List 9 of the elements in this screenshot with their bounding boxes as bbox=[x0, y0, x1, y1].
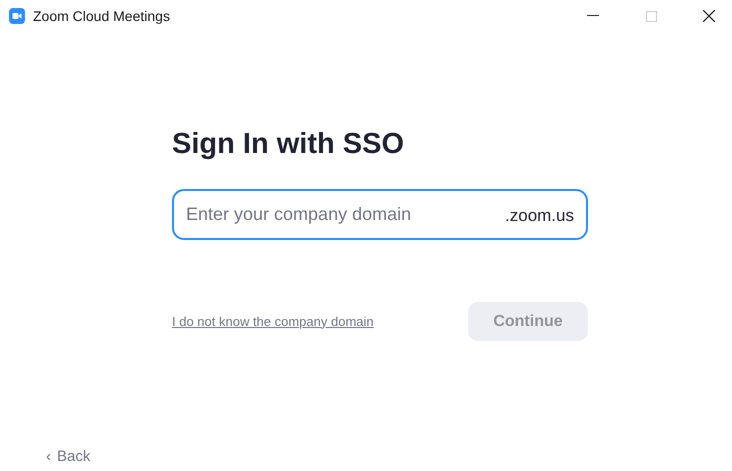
heading: Sign In with SSO bbox=[172, 127, 405, 162]
domain-suffix: .zoom.us bbox=[505, 205, 574, 227]
help-link[interactable]: I do not know the company domain bbox=[172, 312, 374, 332]
maximize-icon bbox=[646, 10, 656, 22]
app-logo-icon bbox=[9, 8, 25, 24]
window-title: Zoom Cloud Meetings bbox=[33, 6, 170, 26]
minimize-icon bbox=[587, 15, 599, 17]
close-icon bbox=[703, 10, 715, 22]
back-link[interactable]: ‹ Back bbox=[46, 446, 732, 468]
